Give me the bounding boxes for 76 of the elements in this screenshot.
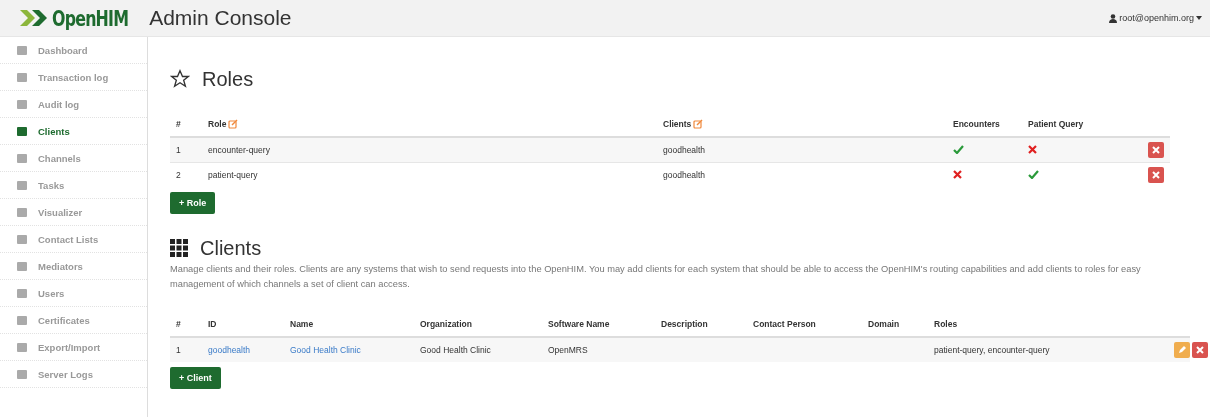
menu-icon: [16, 368, 28, 380]
sidebar-item[interactable]: Users: [0, 280, 147, 307]
edit-icon[interactable]: [228, 119, 239, 130]
column-header: Contact Person: [753, 318, 816, 329]
column-header: Encounters: [953, 119, 1000, 129]
menu-icon: [16, 44, 28, 56]
column-header: #: [176, 318, 181, 329]
delete-button[interactable]: [1148, 142, 1164, 158]
column-header: Roles: [934, 318, 958, 329]
star-icon: [170, 69, 190, 89]
column-header: Role: [208, 118, 227, 129]
delete-button[interactable]: [1148, 167, 1164, 183]
edit-icon[interactable]: [693, 119, 704, 130]
close-icon: [1152, 171, 1160, 179]
description-text: Manage clients and their roles. Clients are any systems that wish to send requests into the OpenHIM. You may add clients for each system that should be able to access the OpenHIM's routing capabilities and add clients to roles for easy management of which channels a set of client can access.: [170, 263, 1142, 291]
cross-icon[interactable]: [1028, 144, 1037, 154]
delete-button[interactable]: [1192, 341, 1208, 358]
menu-icon: [16, 98, 28, 110]
menu-icon: [16, 341, 28, 353]
menu-icon: [16, 314, 28, 326]
sidebar-item[interactable]: Contact Lists: [0, 226, 147, 253]
close-icon: [1152, 146, 1160, 154]
cross-icon[interactable]: [953, 169, 962, 179]
check-icon[interactable]: [953, 144, 964, 154]
chevron-logo-icon: [20, 9, 50, 27]
sidebar-item[interactable]: Channels: [0, 145, 147, 172]
sidebar-item[interactable]: Tasks: [0, 172, 147, 199]
sidebar-item[interactable]: Certificates: [0, 307, 147, 334]
column-header: ID: [208, 318, 217, 329]
table-cell: patient-query: [208, 170, 258, 180]
menu-icon: [16, 233, 28, 245]
table-cell: encounter-query: [208, 145, 270, 155]
menu-icon: [16, 125, 28, 137]
app-title: Admin Console: [149, 6, 292, 30]
menu-icon: [16, 287, 28, 299]
column-header: Organization: [420, 318, 472, 329]
user-menu[interactable]: root@openhim.org: [1109, 13, 1202, 23]
menu-icon: [16, 179, 28, 191]
sidebar-item[interactable]: Visualizer: [0, 199, 147, 226]
menu-icon: [16, 260, 28, 272]
table-cell: patient-query, encounter-query: [934, 344, 1050, 355]
sidebar-item[interactable]: Mediators: [0, 253, 147, 280]
close-icon: [1196, 345, 1204, 354]
user-icon: [1109, 13, 1118, 23]
sidebar-item[interactable]: Audit log: [0, 91, 147, 118]
sidebar-item[interactable]: Export/Import: [0, 334, 147, 361]
sidebar-item[interactable]: Server Logs: [0, 361, 147, 388]
table-cell: 1: [176, 145, 181, 155]
column-header: Domain: [868, 318, 900, 329]
check-icon[interactable]: [1028, 169, 1039, 179]
add-role-button[interactable]: + Role: [170, 192, 216, 214]
grid-icon: [170, 239, 188, 257]
column-header: Description: [661, 318, 708, 329]
table-cell: OpenMRS: [548, 344, 588, 355]
table-cell: goodhealth: [663, 145, 706, 155]
table-cell: Good Health Clinic: [420, 344, 491, 355]
section-title: Roles: [202, 67, 254, 91]
logo-text: OpenHIM: [52, 5, 129, 31]
column-header: Patient Query: [1028, 119, 1084, 129]
column-header: Name: [290, 318, 314, 329]
table-cell: 2: [176, 170, 181, 180]
add-client-button[interactable]: + Client: [170, 366, 221, 389]
column-header: #: [176, 119, 181, 129]
sidebar-item[interactable]: Clients: [0, 118, 147, 145]
caret-icon: [1196, 16, 1202, 20]
column-header: Clients: [663, 118, 692, 129]
column-header: Software Name: [548, 318, 610, 329]
menu-icon: [16, 152, 28, 164]
sidebar-item[interactable]: Transaction log: [0, 64, 147, 91]
table-cell: goodhealth: [663, 170, 706, 180]
section-title: Clients: [200, 236, 262, 260]
sidebar-item[interactable]: Dashboard: [0, 37, 147, 64]
menu-icon: [16, 206, 28, 218]
pencil-icon: [1178, 345, 1186, 354]
table-cell: 1: [176, 344, 181, 355]
menu-icon: [16, 71, 28, 83]
